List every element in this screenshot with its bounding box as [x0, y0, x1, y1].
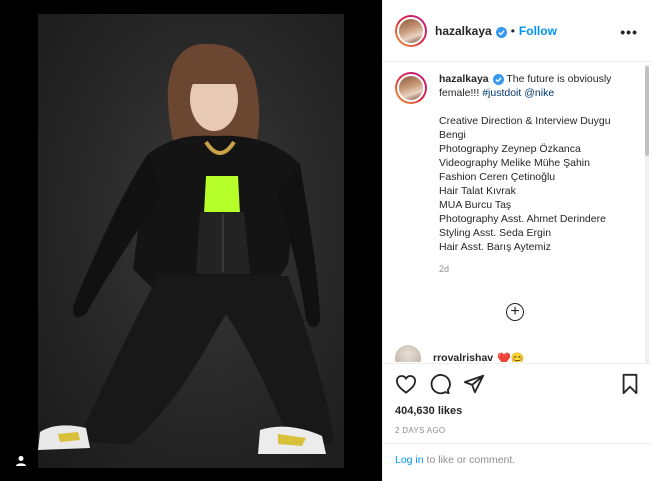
share-icon[interactable] [463, 373, 485, 395]
follow-button[interactable]: Follow [519, 24, 557, 38]
credit-line: Creative Direction & Interview Duygu [439, 115, 611, 127]
credit-line: Videography Melike Mühe Şahin [439, 157, 590, 169]
caption-age: 2d [439, 264, 450, 274]
post-sidebar: hazalkaya • Follow ••• hazalkaya The fut… [382, 0, 652, 481]
credit-line: Fashion Ceren Çetinoğlu [439, 171, 556, 183]
comment-icon[interactable] [429, 373, 451, 395]
header-username[interactable]: hazalkaya [435, 24, 492, 38]
caption-text: hazalkaya The future is obviously female… [439, 72, 629, 276]
post-header: hazalkaya • Follow ••• [383, 0, 652, 62]
caption-avatar[interactable] [395, 72, 427, 104]
credit-line: Photography Asst. Ahmet Derindere [439, 213, 606, 225]
login-suffix: to like or comment. [423, 454, 516, 466]
hashtag-link[interactable]: #justdoit [482, 87, 521, 99]
credit-line: Bengi [439, 129, 466, 141]
comments-section[interactable]: hazalkaya The future is obviously female… [383, 62, 652, 362]
likes-count[interactable]: 404,630 likes [395, 405, 640, 417]
mention-link[interactable]: @nike [524, 87, 554, 99]
post-date: 2 DAYS AGO [395, 426, 446, 435]
comment-avatar[interactable] [395, 345, 421, 362]
heart-icon[interactable] [395, 374, 417, 394]
credit-line: Styling Asst. Seda Ergin [439, 227, 552, 239]
verified-badge-icon [495, 25, 507, 38]
plus-circle-icon[interactable]: + [506, 303, 524, 321]
user-tag-icon[interactable] [12, 452, 30, 470]
login-prompt: Log in to like or comment. [383, 443, 652, 481]
caption: hazalkaya The future is obviously female… [395, 72, 640, 276]
credit-line: Hair Talat Kıvrak [439, 185, 516, 197]
credit-line: MUA Burcu Taş [439, 199, 512, 211]
separator-dot: • [510, 23, 515, 38]
action-bar: 404,630 likes 2 DAYS AGO [383, 363, 652, 443]
login-link[interactable]: Log in [395, 454, 424, 466]
comment-item: rrovalrishav ❤️😊 [395, 345, 525, 362]
photo-backdrop [38, 14, 344, 468]
credit-line: Hair Asst. Barış Aytemiz [439, 241, 551, 253]
avatar[interactable] [395, 14, 427, 47]
comment-text: ❤️😊 [497, 352, 525, 363]
caption-username[interactable]: hazalkaya [439, 73, 489, 85]
more-options-icon[interactable]: ••• [620, 24, 638, 40]
comments-scrollbar[interactable] [645, 64, 649, 364]
credit-line: Photography Zeynep Özkanca [439, 143, 581, 155]
verified-badge-icon [492, 73, 504, 85]
bookmark-icon[interactable] [620, 373, 640, 395]
model-figure [38, 43, 334, 454]
comment-username[interactable]: rrovalrishav [433, 352, 493, 362]
credits-list: Creative Direction & Interview Duygu Ben… [439, 114, 629, 254]
post-photo[interactable] [0, 0, 382, 481]
